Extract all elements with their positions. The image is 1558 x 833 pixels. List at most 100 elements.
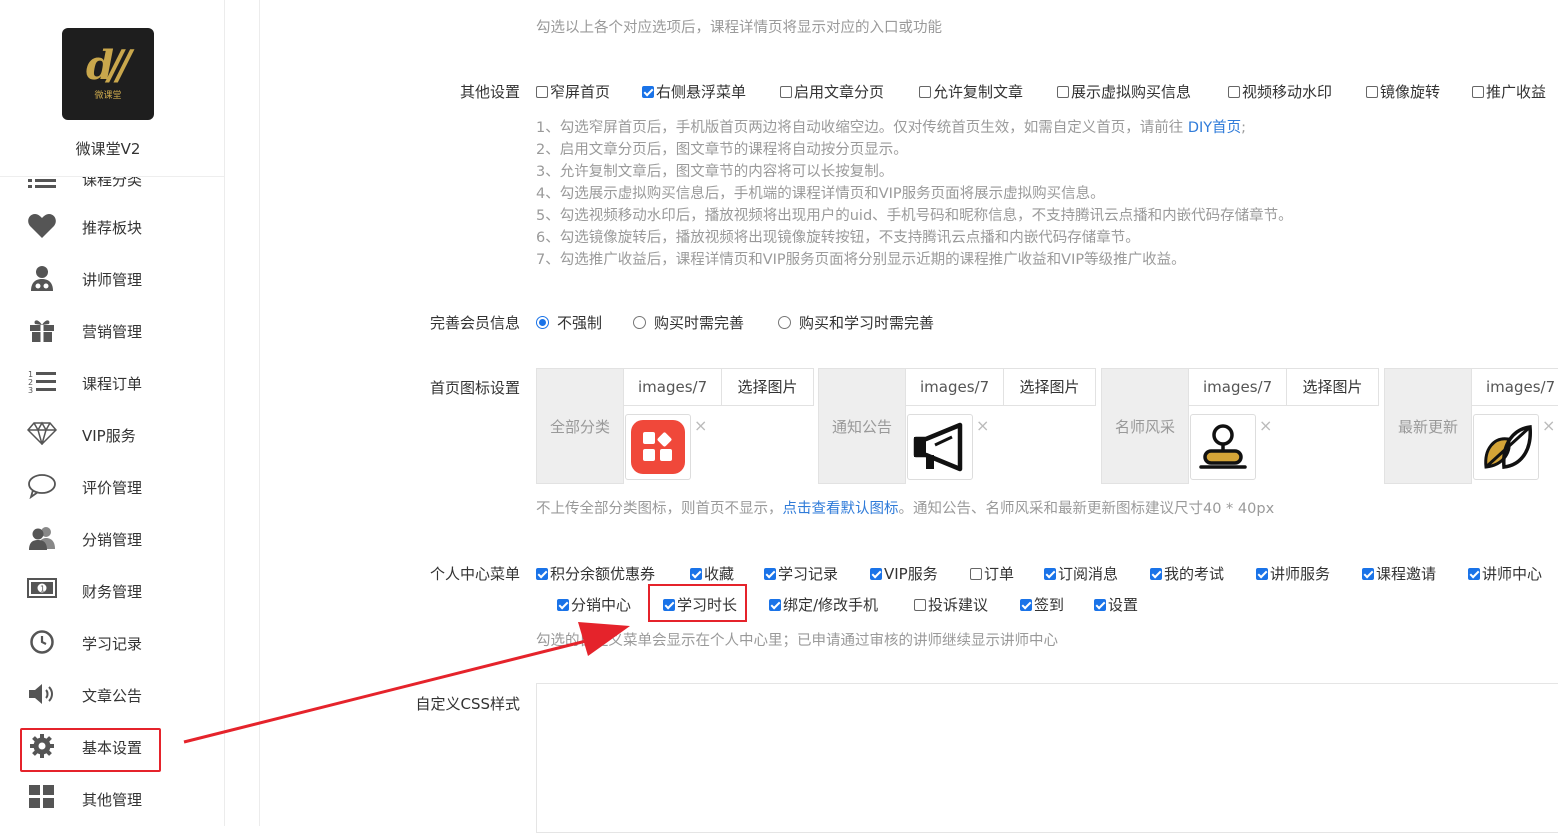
checkbox[interactable] bbox=[914, 599, 926, 611]
sidebar-item-distribution[interactable]: 分销管理 bbox=[0, 519, 224, 559]
option-promo-income[interactable]: 推广收益 bbox=[1472, 81, 1546, 102]
menu-option-distribution-center[interactable]: 分销中心 bbox=[557, 594, 631, 615]
checkbox[interactable] bbox=[764, 568, 776, 580]
menu-option-favorites[interactable]: 收藏 bbox=[690, 563, 734, 584]
checkbox[interactable] bbox=[1094, 599, 1106, 611]
menu-option-course-invite[interactable]: 课程邀请 bbox=[1362, 563, 1436, 584]
radio-on-purchase-and-study[interactable]: 购买和学习时需完善 bbox=[778, 312, 934, 333]
menu-option-bind-phone[interactable]: 绑定/修改手机 bbox=[769, 594, 878, 615]
remove-icon[interactable]: × bbox=[976, 416, 989, 435]
option-label: 设置 bbox=[1108, 596, 1139, 614]
remove-icon[interactable]: × bbox=[1259, 416, 1272, 435]
menu-option-study-records[interactable]: 学习记录 bbox=[764, 563, 838, 584]
logo-text: 微课堂 bbox=[94, 91, 122, 101]
option-label: 学习时长 bbox=[677, 596, 738, 614]
sidebar-item-recommend[interactable]: 推荐板块 bbox=[0, 207, 224, 247]
option-label: 签到 bbox=[1034, 596, 1065, 614]
view-default-icons-link[interactable]: 点击查看默认图标 bbox=[783, 501, 899, 517]
menu-option-vip[interactable]: VIP服务 bbox=[870, 563, 938, 584]
custom-css-textarea[interactable] bbox=[536, 683, 1558, 833]
menu-option-teacher-center[interactable]: 讲师中心 bbox=[1468, 563, 1542, 584]
gift-icon bbox=[27, 317, 57, 345]
hint-text: 不上传全部分类图标，则首页不显示， bbox=[536, 501, 783, 517]
radio-dot[interactable] bbox=[633, 316, 646, 329]
option-mirror-rotate[interactable]: 镜像旋转 bbox=[1366, 81, 1440, 102]
option-narrow-home[interactable]: 窄屏首页 bbox=[536, 81, 610, 102]
option-label: 绑定/修改手机 bbox=[783, 596, 879, 614]
checkbox-floating-menu[interactable] bbox=[642, 86, 654, 98]
radio-dot[interactable] bbox=[536, 316, 549, 329]
checkbox[interactable] bbox=[557, 599, 569, 611]
menu-option-teacher-service[interactable]: 讲师服务 bbox=[1256, 563, 1330, 584]
other-settings-note-3: 3、允许复制文章后，图文章节的内容将可以长按复制。 bbox=[536, 164, 894, 180]
checkbox-allow-copy[interactable] bbox=[919, 86, 931, 98]
sidebar-item-reviews[interactable]: 评价管理 bbox=[0, 467, 224, 507]
select-image-button[interactable]: 选择图片 bbox=[722, 368, 814, 406]
menu-option-study-duration[interactable]: 学习时长 bbox=[663, 594, 737, 615]
checkbox[interactable] bbox=[1468, 568, 1480, 580]
sidebar-item-study-records[interactable]: 学习记录 bbox=[0, 623, 224, 663]
checkbox[interactable] bbox=[690, 568, 702, 580]
radio-on-purchase[interactable]: 购买时需完善 bbox=[633, 312, 744, 333]
checkbox[interactable] bbox=[870, 568, 882, 580]
checkbox[interactable] bbox=[1044, 568, 1056, 580]
svg-text:3: 3 bbox=[28, 386, 33, 395]
menu-option-orders[interactable]: 订单 bbox=[970, 563, 1014, 584]
icon-thumbnail bbox=[907, 414, 973, 480]
option-virtual-purchase[interactable]: 展示虚拟购买信息 bbox=[1057, 81, 1191, 102]
checkbox[interactable] bbox=[1256, 568, 1268, 580]
checkbox-mirror-rotate[interactable] bbox=[1366, 86, 1378, 98]
sidebar-item-vip[interactable]: VIP服务 bbox=[0, 415, 224, 455]
icon-path-input[interactable]: images/7 bbox=[906, 368, 1004, 406]
megaphone-icon bbox=[913, 422, 963, 472]
select-image-button[interactable]: 选择图片 bbox=[1004, 368, 1096, 406]
option-allow-copy[interactable]: 允许复制文章 bbox=[919, 81, 1023, 102]
icon-group-notice: 通知公告 images/7 选择图片 × bbox=[818, 368, 1098, 484]
remove-icon[interactable]: × bbox=[694, 416, 707, 435]
checkbox-narrow-home[interactable] bbox=[536, 86, 548, 98]
sidebar-item-other[interactable]: 其他管理 bbox=[0, 779, 224, 819]
other-settings-note-7: 7、勾选推广收益后，课程详情页和VIP服务页面将分别显示近期的课程推广收益和VI… bbox=[536, 252, 1186, 268]
icon-path-input[interactable]: images/7 bbox=[624, 368, 722, 406]
checkbox[interactable] bbox=[663, 599, 675, 611]
option-label: 投诉建议 bbox=[928, 596, 989, 614]
menu-option-complaints[interactable]: 投诉建议 bbox=[914, 594, 988, 615]
checkbox-video-watermark[interactable] bbox=[1228, 86, 1240, 98]
custom-css-label: 自定义CSS样式 bbox=[415, 695, 520, 713]
sidebar-item-articles[interactable]: 文章公告 bbox=[0, 675, 224, 715]
checkbox-article-paging[interactable] bbox=[780, 86, 792, 98]
sidebar-item-course-category[interactable]: 课程分类 bbox=[0, 177, 224, 199]
sidebar-item-course-orders[interactable]: 123 课程订单 bbox=[0, 363, 224, 403]
checkbox[interactable] bbox=[536, 568, 548, 580]
checkbox[interactable] bbox=[970, 568, 982, 580]
menu-option-subscriptions[interactable]: 订阅消息 bbox=[1044, 563, 1118, 584]
diy-home-link[interactable]: DIY首页 bbox=[1188, 120, 1241, 136]
checkbox[interactable] bbox=[1020, 599, 1032, 611]
remove-icon[interactable]: × bbox=[1542, 416, 1555, 435]
icon-path-input[interactable]: images/7 bbox=[1472, 368, 1558, 406]
menu-option-settings[interactable]: 设置 bbox=[1094, 594, 1138, 615]
radio-dot[interactable] bbox=[778, 316, 791, 329]
select-image-button[interactable]: 选择图片 bbox=[1287, 368, 1379, 406]
sidebar-menu: 课程分类 推荐板块 讲师管理 营销管理 123 课程订单 VIP服务 评价管理 … bbox=[0, 177, 224, 826]
sidebar-item-finance[interactable]: 1 财务管理 bbox=[0, 571, 224, 611]
menu-option-my-exams[interactable]: 我的考试 bbox=[1150, 563, 1224, 584]
sidebar-item-basic-settings[interactable]: 基本设置 bbox=[0, 727, 224, 767]
heart-icon bbox=[27, 213, 57, 241]
checkbox-promo-income[interactable] bbox=[1472, 86, 1484, 98]
option-video-watermark[interactable]: 视频移动水印 bbox=[1228, 81, 1332, 102]
sidebar-item-teacher[interactable]: 讲师管理 bbox=[0, 259, 224, 299]
radio-not-required[interactable]: 不强制 bbox=[536, 312, 602, 333]
menu-option-points-balance[interactable]: 积分余额优惠券 bbox=[536, 563, 655, 584]
checkbox[interactable] bbox=[769, 599, 781, 611]
checkbox[interactable] bbox=[1362, 568, 1374, 580]
option-floating-menu[interactable]: 右侧悬浮菜单 bbox=[642, 81, 746, 102]
sidebar-item-marketing[interactable]: 营销管理 bbox=[0, 311, 224, 351]
checkbox-virtual-purchase[interactable] bbox=[1057, 86, 1069, 98]
content-divider bbox=[259, 0, 260, 826]
menu-option-check-in[interactable]: 签到 bbox=[1020, 594, 1064, 615]
checkbox[interactable] bbox=[1150, 568, 1162, 580]
option-article-paging[interactable]: 启用文章分页 bbox=[780, 81, 884, 102]
icon-path-input[interactable]: images/7 bbox=[1189, 368, 1287, 406]
ordered-list-icon: 123 bbox=[27, 369, 57, 397]
